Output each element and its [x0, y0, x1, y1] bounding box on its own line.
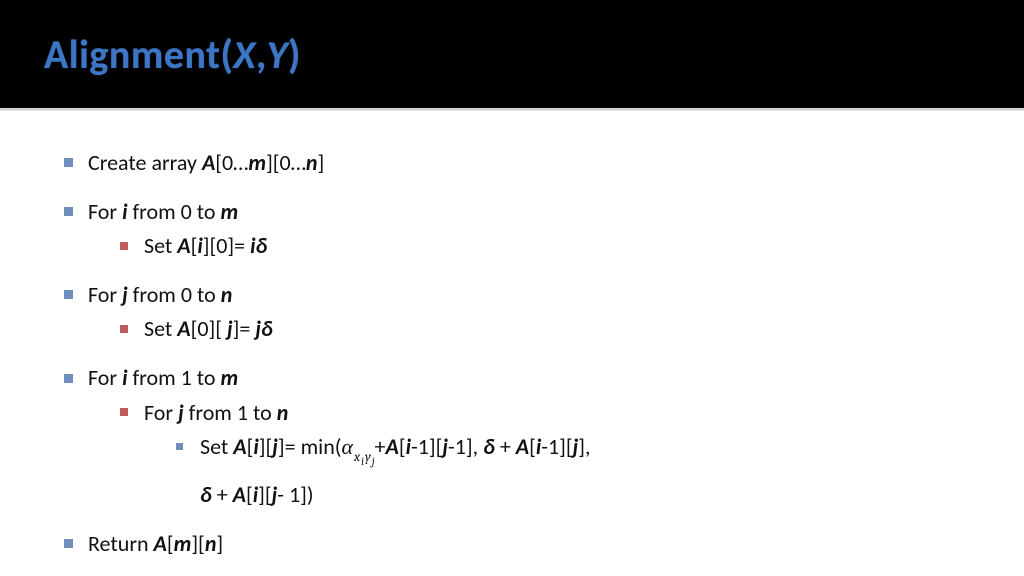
- line-recurrence: Set A[i][j]= min(αxiyj+A[i-1][j-1], δ + …: [172, 430, 964, 513]
- text: [: [167, 530, 174, 557]
- slide-body: Create array A[0…m][0…n] For i from 0 to…: [0, 110, 1024, 561]
- text: +: [212, 481, 233, 508]
- text: +: [495, 433, 516, 460]
- text: For: [88, 281, 122, 308]
- title-y: Y: [267, 30, 288, 79]
- text: from 1 to: [127, 364, 220, 391]
- algo-list: Create array A[0…m][0…n] For i from 0 to…: [60, 146, 964, 561]
- text: -1],: [448, 433, 483, 460]
- text: from 1 to: [184, 399, 277, 426]
- var-n: n: [221, 281, 233, 308]
- text: For: [144, 399, 178, 426]
- var-a: A: [177, 232, 190, 259]
- var-a: A: [233, 433, 246, 460]
- text: [: [529, 433, 536, 460]
- text: ]: [216, 530, 223, 557]
- title-bar: Alignment(X,Y): [0, 0, 1024, 108]
- text: - 1]): [277, 481, 313, 508]
- inner-list: Set A[0][ j]= jδ: [116, 312, 964, 346]
- var-m: m: [220, 364, 238, 391]
- var-n: n: [205, 530, 217, 557]
- slide-title: Alignment(X,Y): [44, 30, 980, 79]
- text: from 0 to: [127, 198, 220, 225]
- text: ][: [191, 530, 205, 557]
- text: [: [399, 433, 406, 460]
- title-rparen: ): [288, 30, 301, 79]
- text: Return: [88, 530, 154, 557]
- title-comma: ,: [256, 30, 267, 79]
- text: [: [246, 481, 253, 508]
- var-a: A: [516, 433, 529, 460]
- line-for-j-base: For j from 0 to n Set A[0][ j]= jδ: [60, 278, 964, 346]
- inner-list: Set A[i][j]= min(αxiyj+A[i-1][j-1], δ + …: [172, 430, 964, 513]
- var-delta: δ: [261, 315, 273, 342]
- var-a: A: [233, 481, 246, 508]
- text: ][0]=: [203, 232, 250, 259]
- sub-j: j: [372, 455, 375, 468]
- text: Create array: [88, 149, 202, 176]
- title-lparen: (: [220, 30, 233, 79]
- var-a: A: [154, 530, 167, 557]
- var-delta: δ: [256, 232, 268, 259]
- text: For: [88, 198, 122, 225]
- text: +: [375, 433, 386, 460]
- line-return: Return A[m][n]: [60, 527, 964, 561]
- var-n: n: [277, 399, 289, 426]
- line-for-i-main: For i from 1 to m For j from 1 to n Set …: [60, 361, 964, 512]
- text: -1][: [411, 433, 442, 460]
- line-recurrence-cont: δ + A[i][j- 1]): [200, 478, 964, 512]
- slide: Alignment(X,Y) Create array A[0…m][0…n] …: [0, 0, 1024, 576]
- var-m: m: [248, 149, 266, 176]
- line-for-j-main: For j from 1 to n Set A[i][j]= min(αxiyj…: [116, 396, 964, 513]
- var-m: m: [220, 198, 238, 225]
- text: Set: [200, 433, 233, 460]
- inner-list: For j from 1 to n Set A[i][j]= min(αxiyj…: [116, 396, 964, 513]
- sub-i: i: [361, 455, 364, 468]
- line-for-i-base: For i from 0 to m Set A[i][0]= iδ: [60, 195, 964, 263]
- text: -1][: [541, 433, 572, 460]
- line-set-a-i-0: Set A[i][0]= iδ: [116, 229, 964, 263]
- sub-x: x: [354, 450, 360, 465]
- title-fn: Alignment: [44, 30, 220, 79]
- var-m: m: [174, 530, 192, 557]
- sub-y: y: [365, 450, 371, 465]
- text: Set: [144, 232, 177, 259]
- var-a: A: [386, 433, 399, 460]
- text: Set: [144, 315, 177, 342]
- line-create-array: Create array A[0…m][0…n]: [60, 146, 964, 180]
- var-delta: δ: [483, 433, 495, 460]
- text: ]: [318, 149, 325, 176]
- var-a: A: [177, 315, 190, 342]
- var-n: n: [306, 149, 318, 176]
- text: [0…: [215, 149, 248, 176]
- text: [0][: [191, 315, 227, 342]
- var-a: A: [202, 149, 215, 176]
- text: from 0 to: [128, 281, 221, 308]
- text: ]= min(: [278, 433, 342, 460]
- text: ][0…: [266, 149, 306, 176]
- text: ],: [578, 433, 590, 460]
- line-set-a-0-j: Set A[0][ j]= jδ: [116, 312, 964, 346]
- text: ]=: [233, 315, 256, 342]
- text: ][: [258, 481, 272, 508]
- text: For: [88, 364, 122, 391]
- title-x: X: [233, 30, 256, 79]
- var-delta: δ: [200, 481, 212, 508]
- var-alpha: α: [341, 434, 353, 460]
- text: ][: [259, 433, 273, 460]
- inner-list: Set A[i][0]= iδ: [116, 229, 964, 263]
